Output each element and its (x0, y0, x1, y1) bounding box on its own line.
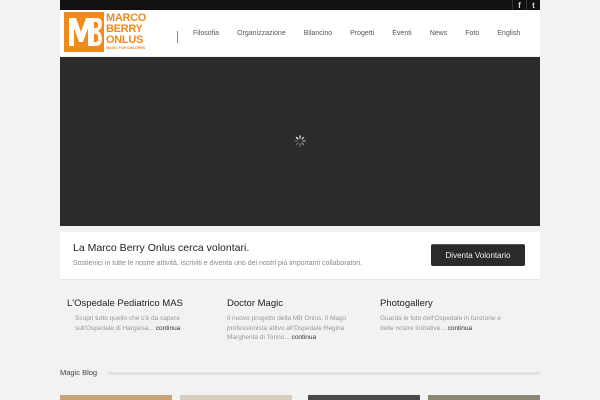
continue-link[interactable]: continua (156, 325, 181, 332)
nav-item-english[interactable]: English (488, 30, 529, 37)
continue-link[interactable]: continua (292, 334, 317, 341)
become-volunteer-button[interactable]: Diventa Volontario (431, 244, 525, 266)
nav-item-filosofia[interactable]: Filosofia (187, 30, 228, 37)
feature-description: Guarda le foto dell'Ospedale in funzione… (380, 315, 501, 332)
feature-ospedale: L'Ospedale Pediatrico MAS Scopri tutto q… (67, 299, 207, 333)
loading-spinner-icon (294, 135, 306, 147)
feature-title[interactable]: L'Ospedale Pediatrico MAS (67, 299, 207, 309)
mb-logo-mark-icon (64, 12, 104, 52)
feature-title[interactable]: Doctor Magic (219, 299, 359, 309)
social-links: f t (512, 0, 540, 10)
blog-thumbnail[interactable] (428, 395, 540, 400)
blog-section-header: Magic Blog (60, 368, 540, 380)
site-header: Marco Berry Onlus MAGIC FOR CHILDREN Fil… (60, 10, 540, 56)
continue-link[interactable]: continua (448, 325, 473, 332)
volunteer-callout: La Marco Berry Onlus cerca volontari. So… (60, 232, 540, 280)
feature-photogallery: Photogallery Guarda le foto dell'Ospedal… (372, 299, 512, 333)
facebook-icon[interactable]: f (512, 0, 526, 10)
blog-divider (108, 372, 540, 375)
feature-doctor-magic: Doctor Magic Il nuovo progetto della MB … (219, 299, 359, 343)
callout-subtitle: Sostienici in tutte le nostre attività, … (73, 260, 363, 267)
blog-thumbnail[interactable] (60, 395, 172, 400)
nav-item-news[interactable]: News (421, 30, 457, 37)
blog-title: Magic Blog (60, 368, 98, 377)
logo-text: Marco Berry Onlus MAGIC FOR CHILDREN (106, 13, 146, 51)
nav-item-bilancino[interactable]: Bilancino (295, 30, 341, 37)
blog-thumbnail[interactable] (180, 395, 292, 400)
logo-tagline: MAGIC FOR CHILDREN (106, 46, 146, 51)
logo[interactable]: Marco Berry Onlus MAGIC FOR CHILDREN (64, 12, 166, 52)
callout-title: La Marco Berry Onlus cerca volontari. (73, 242, 250, 254)
nav-item-progetti[interactable]: Progetti (341, 30, 383, 37)
feature-text: Guarda le foto dell'Ospedale in funzione… (372, 314, 512, 333)
feature-title[interactable]: Photogallery (372, 299, 512, 309)
twitter-icon[interactable]: t (526, 0, 540, 10)
nav-item-foto[interactable]: Foto (456, 30, 488, 37)
nav-item-eventi[interactable]: Eventi (383, 30, 420, 37)
feature-description: Il nuovo progetto della MB Onlus. Il Mag… (227, 315, 347, 341)
feature-text: Scopri tutto quello che c'è da sapere su… (67, 314, 207, 333)
feature-text: Il nuovo progetto della MB Onlus. Il Mag… (219, 314, 359, 343)
blog-thumbnail[interactable] (308, 395, 420, 400)
header-divider (177, 31, 178, 43)
top-bar: f t (60, 0, 540, 10)
main-nav: Filosofia Organizzazione Bilancino Proge… (187, 10, 529, 56)
logo-line-3: Onlus (106, 34, 144, 47)
hero-slider[interactable] (60, 57, 540, 226)
nav-item-organizzazione[interactable]: Organizzazione (228, 30, 295, 37)
